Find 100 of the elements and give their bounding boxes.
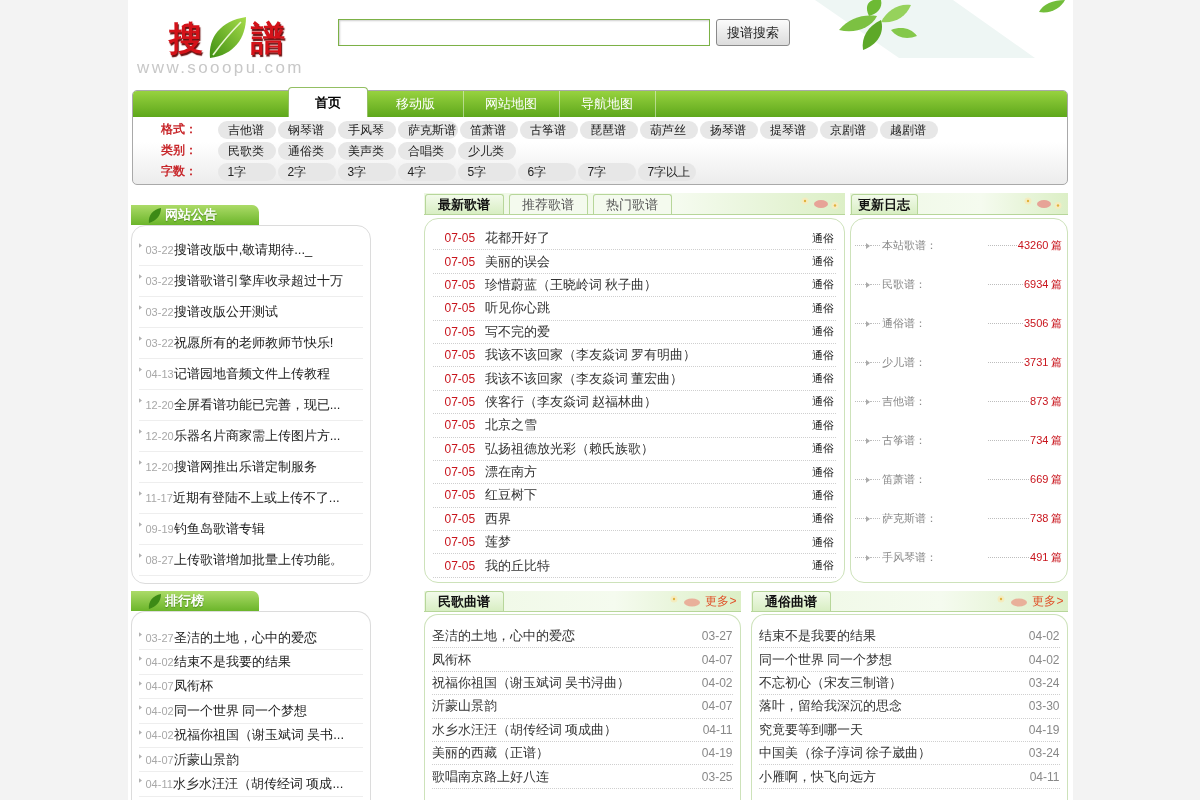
song-link[interactable]: 究竟要等到哪一天	[758, 720, 863, 739]
song-link[interactable]: 小雁啊，快飞向远方	[758, 767, 876, 786]
song-link[interactable]: 祝福你祖国（谢玉斌词 吴书浔曲）	[431, 673, 631, 692]
item-link[interactable]: 记谱园地音频文件上传教程	[173, 365, 330, 383]
song-link[interactable]: 沂蒙山景韵	[431, 697, 497, 716]
song-date: 07-05	[444, 231, 477, 246]
song-link[interactable]: 西界	[484, 509, 511, 528]
stat-count: 6934 篇	[1023, 277, 1063, 292]
filter-tag[interactable]: 葫芦丝	[639, 120, 698, 139]
song-link[interactable]: 美丽的西藏（正谱）	[431, 744, 549, 763]
filter-tag[interactable]: 钢琴谱	[277, 120, 336, 139]
song-link[interactable]: 红豆树下	[484, 486, 537, 505]
song-link[interactable]: 同一个世界 同一个梦想	[758, 650, 893, 669]
song-link[interactable]: 北京之雪	[484, 416, 537, 435]
filter-tag[interactable]: 提琴谱	[759, 120, 818, 139]
filter-tag[interactable]: 萨克斯谱	[397, 120, 458, 139]
song-link[interactable]: 莲梦	[484, 533, 511, 552]
filter-tag[interactable]: 京剧谱	[819, 120, 878, 139]
list-tab[interactable]: 最新歌谱	[424, 194, 504, 214]
item-date: 03-22	[145, 244, 174, 256]
song-link[interactable]: 结束不是我要的结果	[758, 627, 876, 646]
filter-tag[interactable]: 民歌类	[217, 141, 276, 160]
triangle-icon	[865, 437, 870, 444]
stat-count: 873 篇	[1030, 394, 1063, 409]
filter-tag[interactable]: 3字	[337, 162, 396, 181]
song-link[interactable]: 珍惜蔚蓝（王晓岭词 秋子曲）	[484, 275, 658, 294]
filter-tag[interactable]: 2字	[277, 162, 336, 181]
stat-label: 通俗谱：	[881, 316, 927, 331]
filter-tag[interactable]: 吉他谱	[217, 120, 276, 139]
filter-tag[interactable]: 琵琶谱	[579, 120, 638, 139]
song-date: 07-05	[444, 558, 477, 573]
song-link[interactable]: 水乡水汪汪（胡传经词 项成曲）	[431, 720, 618, 739]
list-tab[interactable]: 热门歌谱	[592, 194, 672, 214]
song-link[interactable]: 落叶，留给我深沉的思念	[758, 697, 902, 716]
song-link[interactable]: 我的丘比特	[484, 556, 550, 575]
filter-tag[interactable]: 4字	[397, 162, 456, 181]
leaf-icon	[147, 207, 161, 223]
song-link[interactable]: 凤衔杯	[431, 650, 471, 669]
item-link[interactable]: 近期有登陆不上或上传不了...	[172, 489, 340, 507]
filter-tag[interactable]: 6字	[517, 162, 576, 181]
filter-tag[interactable]: 手风琴	[337, 120, 396, 139]
filter-tag[interactable]: 少儿类	[457, 141, 516, 160]
triangle-icon	[865, 398, 870, 405]
song-link[interactable]: 写不完的爱	[484, 322, 550, 341]
song-link[interactable]: 圣洁的土地，心中的爱恋	[431, 627, 575, 646]
song-link[interactable]: 我该不该回家（李友焱词 罗有明曲）	[484, 346, 697, 365]
item-date: 12-20	[145, 399, 174, 411]
song-date: 04-02	[1028, 652, 1060, 667]
nav-tab[interactable]: 首页	[287, 87, 368, 117]
song-date: 07-05	[444, 277, 477, 292]
item-link[interactable]: 搜谱改版公开测试	[173, 303, 278, 321]
song-date: 03-24	[1028, 675, 1060, 690]
song-link[interactable]: 我该不该回家（李友焱词 董宏曲）	[484, 369, 684, 388]
search-field[interactable]	[337, 19, 710, 46]
item-link[interactable]: 搜谱改版中,敬请期待..._	[173, 241, 313, 259]
filter-tag[interactable]: 1字	[217, 162, 276, 181]
item-link[interactable]: 祝愿所有的老师教师节快乐!	[173, 334, 334, 352]
song-link[interactable]: 听见你心跳	[484, 299, 550, 318]
song-date: 04-19	[701, 746, 733, 761]
filter-tag[interactable]: 7字以上	[637, 162, 696, 181]
song-link[interactable]: 花都开好了	[484, 229, 550, 248]
item-link[interactable]: 全屏看谱功能已完善，现已...	[173, 396, 341, 414]
filter-tag[interactable]: 笛萧谱	[459, 120, 518, 139]
filter-tag[interactable]: 扬琴谱	[699, 120, 758, 139]
item-date: 11-17	[145, 492, 173, 504]
item-link[interactable]: 乐器名片商家需上传图片方...	[173, 427, 341, 445]
triangle-icon	[138, 680, 142, 686]
song-link[interactable]: 漂在南方	[484, 463, 537, 482]
song-date: 03-27	[701, 629, 733, 644]
song-date: 07-05	[444, 301, 477, 316]
item-link[interactable]: 圣洁的土地，心中的爱恋	[173, 628, 317, 647]
item-link[interactable]: 同一个世界 同一个梦想	[173, 701, 308, 720]
item-link[interactable]: 凤衔杯	[173, 677, 213, 696]
triangle-icon	[138, 522, 142, 527]
item-link[interactable]: 结束不是我要的结果	[173, 653, 291, 672]
filter-tag[interactable]: 5字	[457, 162, 516, 181]
triangle-icon	[138, 243, 142, 248]
item-link[interactable]: 搜谱歌谱引擎库收录超过十万	[173, 272, 343, 290]
item-date: 12-20	[145, 430, 174, 442]
song-link[interactable]: 美丽的误会	[484, 252, 550, 271]
filter-tag[interactable]: 合唱类	[397, 141, 456, 160]
stat-count: 734 篇	[1030, 433, 1063, 448]
song-link[interactable]: 弘扬祖德放光彩（赖氏族歌）	[484, 439, 654, 458]
song-link[interactable]: 不忘初心（宋友三制谱）	[758, 673, 902, 692]
filter-tag[interactable]: 美声类	[337, 141, 396, 160]
filter-tag[interactable]: 通俗类	[277, 141, 336, 160]
search-button[interactable]: 搜谱搜索	[715, 19, 790, 46]
item-link[interactable]: 搜谱网推出乐谱定制服务	[173, 458, 317, 476]
song-link[interactable]: 侠客行（李友焱词 赵福林曲）	[484, 392, 658, 411]
item-link[interactable]: 上传歌谱增加批量上传功能。	[173, 551, 343, 569]
item-link[interactable]: 祝福你祖国（谢玉斌词 吴书...	[173, 726, 345, 745]
filter-tag[interactable]: 7字	[577, 162, 636, 181]
item-link[interactable]: 水乡水汪汪（胡传经词 项成...	[172, 775, 344, 794]
song-link[interactable]: 歌唱南京路上好八连	[431, 767, 549, 786]
item-link[interactable]: 钓鱼岛歌谱专辑	[173, 520, 265, 538]
filter-tag[interactable]: 越剧谱	[879, 120, 938, 139]
item-link[interactable]: 沂蒙山景韵	[173, 750, 239, 769]
filter-tag[interactable]: 古筝谱	[519, 120, 578, 139]
song-link[interactable]: 中国美（徐子淳词 徐子崴曲）	[758, 744, 932, 763]
list-tab[interactable]: 推荐歌谱	[508, 194, 588, 214]
